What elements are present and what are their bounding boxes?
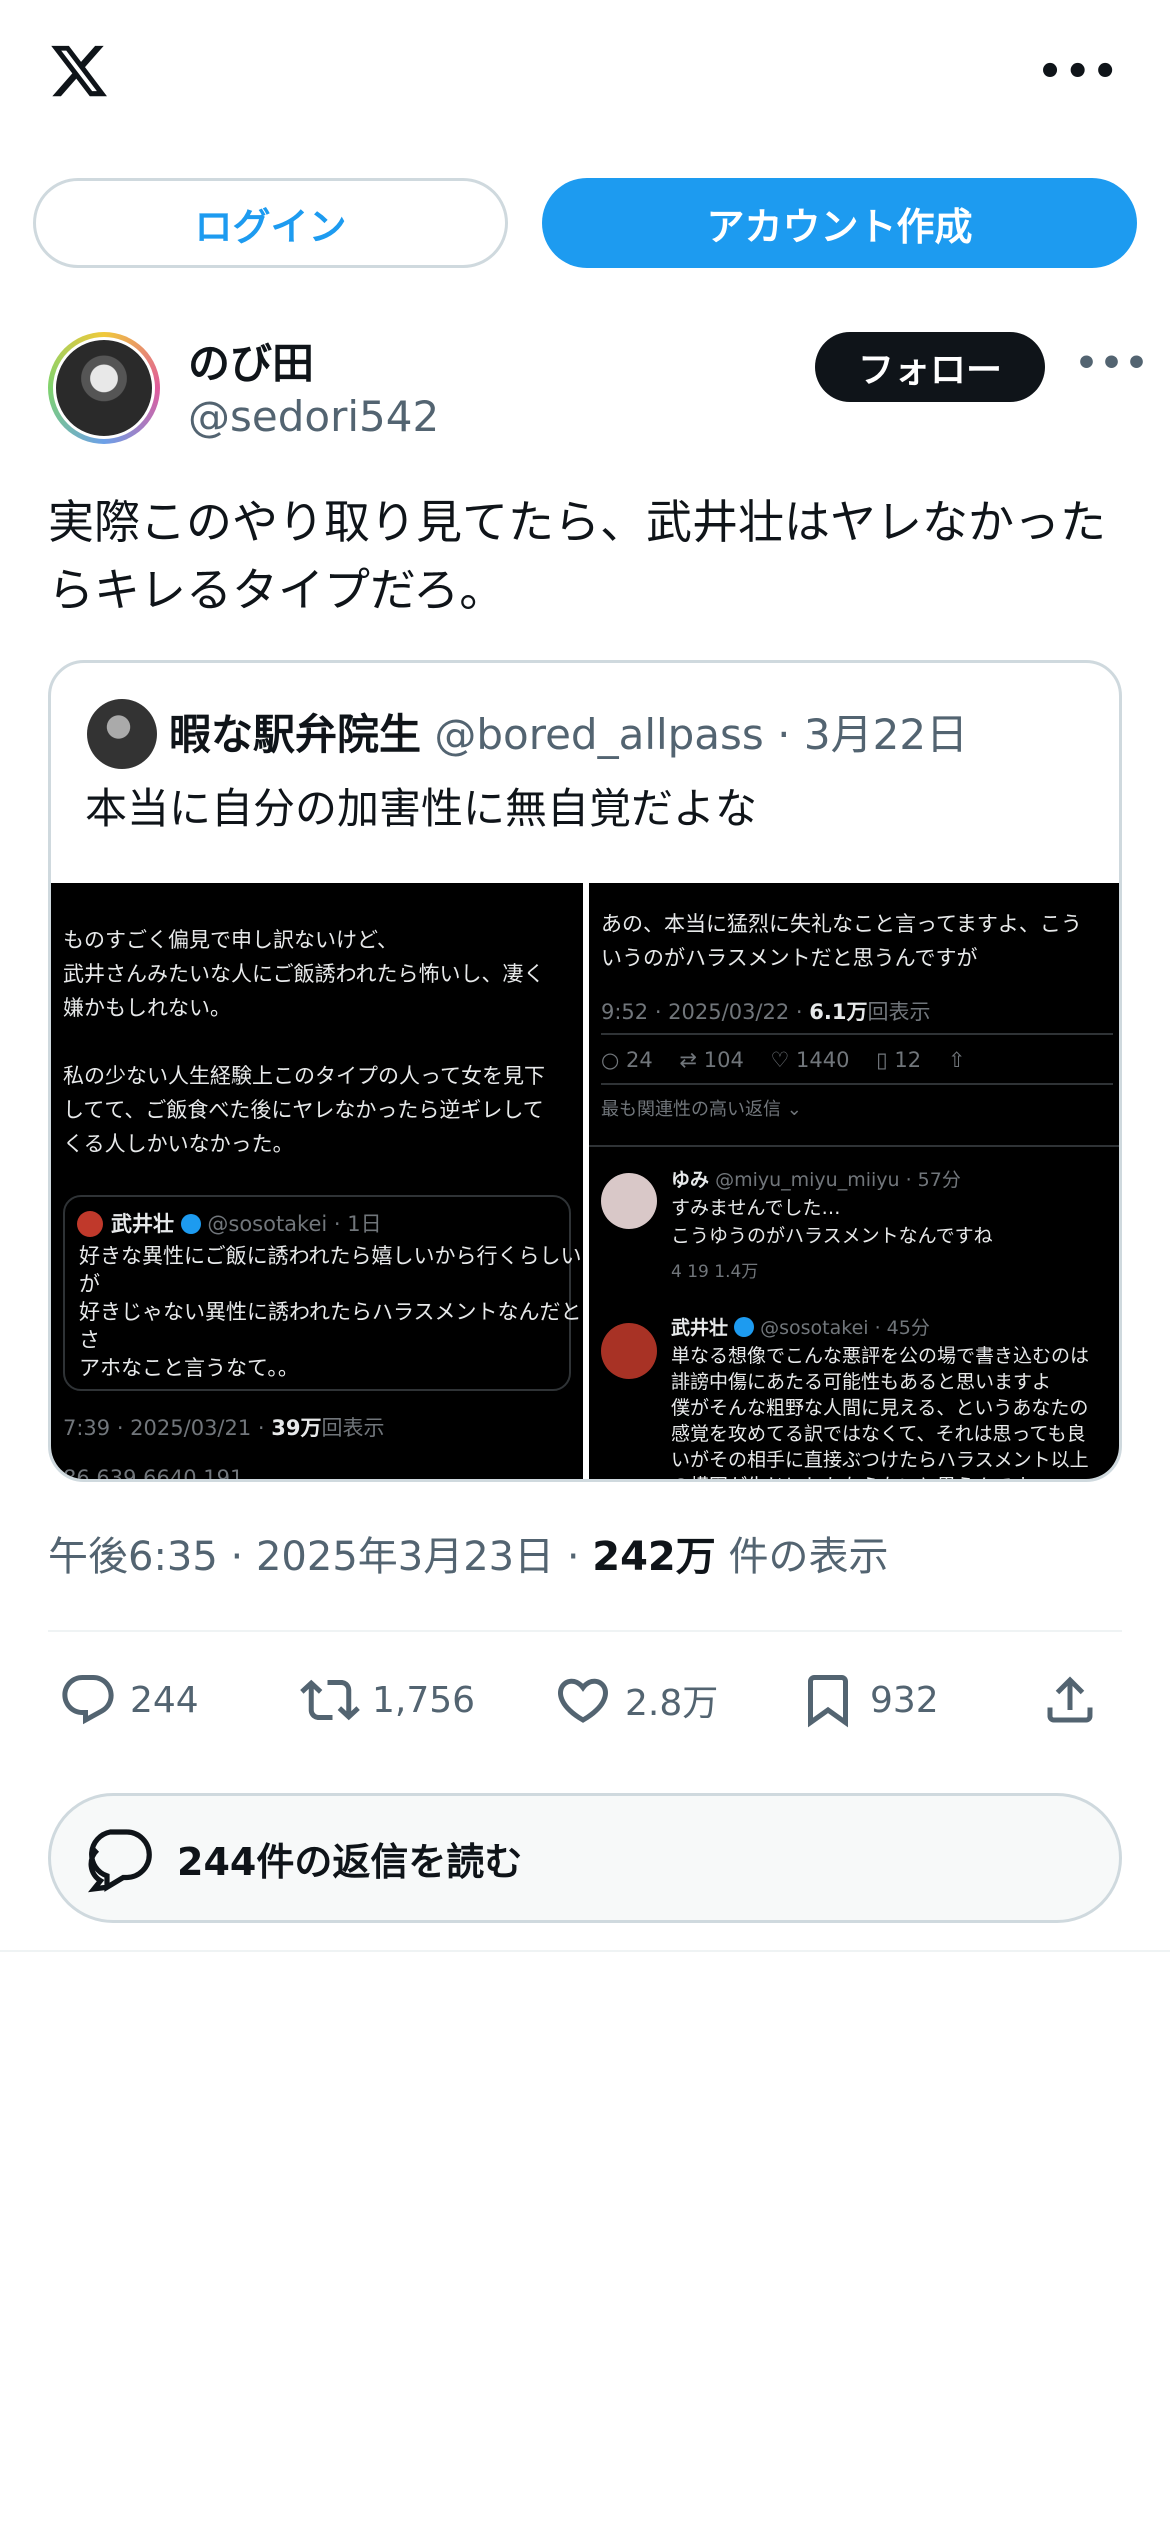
reply-icon	[62, 1675, 114, 1725]
verified-icon	[734, 1317, 755, 1337]
quoted-date: 3月22日	[803, 710, 969, 759]
quoted-name: 暇な駅弁院生	[169, 710, 422, 759]
retweet-button[interactable]: 1,756	[300, 1665, 475, 1735]
reply-button[interactable]: 244	[58, 1665, 199, 1735]
quoted-avatar	[87, 699, 157, 769]
verified-icon	[180, 1214, 201, 1234]
quoted-header: 暇な駅弁院生 @bored_allpass · 3月22日	[169, 710, 969, 759]
tweet-text: 実際このやり取り見てたら、武井壮はヤレなかったらキレるタイプだろ。	[48, 495, 1106, 617]
share-button[interactable]	[1040, 1665, 1112, 1735]
bookmark-button[interactable]: 932	[798, 1665, 939, 1735]
tweet-more-icon[interactable]: •••	[1075, 346, 1150, 382]
author-avatar[interactable]	[48, 332, 160, 444]
reply2-avatar	[601, 1323, 657, 1379]
quoted-image-right[interactable]: あの、本当に猛烈に失礼なこと言ってますよ、こう いうのがハラスメントだと思うんで…	[589, 883, 1119, 1479]
top-bar: •••	[0, 0, 1170, 150]
reply1-avatar	[601, 1173, 657, 1229]
retweet-icon	[300, 1679, 360, 1721]
follow-button[interactable]: フォロー	[815, 332, 1045, 402]
embedded-avatar	[77, 1211, 103, 1237]
quoted-text: 本当に自分の加害性に無自覚だよな	[85, 784, 758, 833]
chat-bubbles-icon	[87, 1829, 152, 1893]
author-handle[interactable]: @sedori542	[188, 392, 439, 441]
quoted-image-left[interactable]: ものすごく偏見で申し訳ないけど、 武井さんみたいな人にご飯誘われたら怖いし、凄く…	[51, 883, 583, 1479]
quoted-handle: @bored_allpass	[434, 710, 764, 759]
more-options-icon[interactable]: •••	[1037, 52, 1120, 92]
view-count: 242万	[592, 1534, 716, 1580]
read-replies-button[interactable]: 244件の返信を読む	[48, 1793, 1122, 1923]
author-name[interactable]: のび田	[188, 330, 314, 391]
login-button[interactable]: ログイン	[33, 178, 508, 268]
divider	[0, 1950, 1170, 1952]
quoted-tweet[interactable]: 暇な駅弁院生 @bored_allpass · 3月22日 本当に自分の加害性に…	[48, 660, 1122, 1482]
signup-button[interactable]: アカウント作成	[542, 178, 1137, 268]
bookmark-icon	[808, 1675, 848, 1728]
tweet-timestamp[interactable]: 午後6:35 · 2025年3月23日 · 242万 件の表示	[48, 1524, 888, 1582]
embedded-quote-card: 武井壮 @sosotakei · 1日 好きな異性にご飯に誘われたら嬉しいから行…	[63, 1195, 582, 1391]
share-icon	[1047, 1676, 1093, 1723]
heart-icon	[557, 1678, 609, 1723]
x-logo-icon[interactable]	[46, 40, 112, 102]
like-button[interactable]: 2.8万	[553, 1665, 718, 1735]
divider	[48, 1630, 1122, 1632]
